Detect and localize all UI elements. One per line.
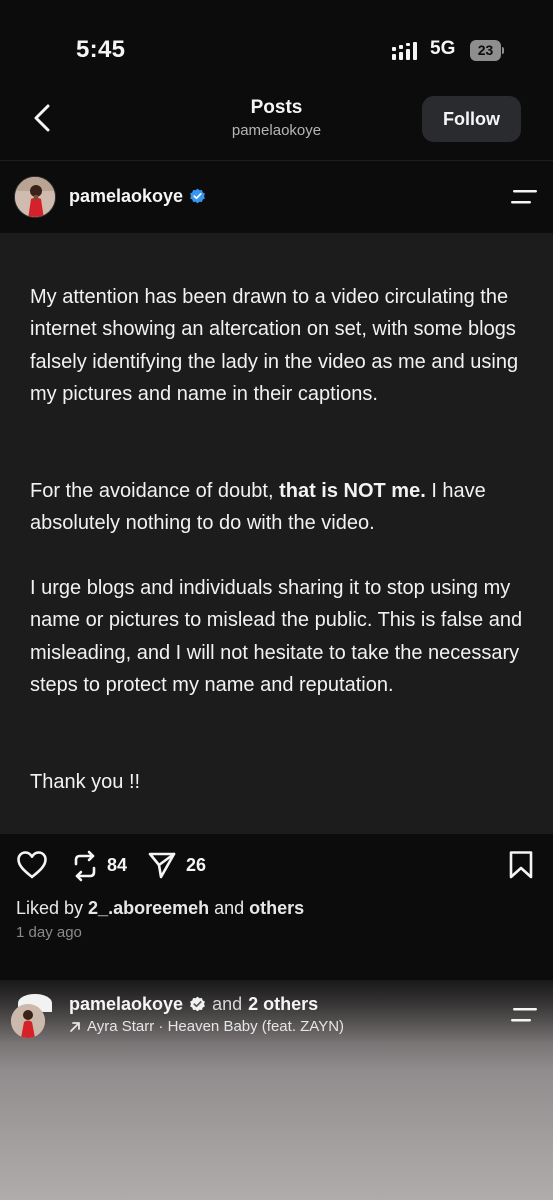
next-post-music[interactable]: Ayra Starr · Heaven Baby (feat. ZAYN) (69, 1018, 344, 1035)
next-post-others[interactable]: 2 others (248, 994, 318, 1015)
post-username-row[interactable]: pamelaokoye (69, 186, 206, 207)
network-label: 5G (430, 38, 456, 59)
status-bar: 5:45 5G 23 (0, 0, 553, 90)
menu-icon[interactable] (509, 1006, 539, 1024)
liked-by-user: 2_.aboreemeh (88, 898, 210, 918)
next-post-avatar[interactable] (11, 1004, 45, 1038)
follow-button[interactable]: Follow (422, 96, 521, 142)
post-paragraph-1: My attention has been drawn to a video c… (30, 286, 519, 406)
post-emphasis: that is NOT me. (279, 480, 426, 502)
post-username[interactable]: pamelaokoye (69, 186, 183, 207)
post-paragraph-2: For the avoidance of doubt, that is NOT … (30, 480, 486, 535)
next-post-and: and (212, 994, 243, 1014)
battery-level: 23 (470, 40, 501, 61)
verified-badge-icon (190, 996, 205, 1012)
signal-icon (392, 42, 417, 60)
bookmark-icon[interactable] (508, 850, 534, 880)
heart-icon[interactable] (16, 850, 48, 880)
post: pamelaokoye My attention has been drawn … (0, 161, 553, 980)
music-arrow-icon (70, 1021, 80, 1032)
menu-icon[interactable] (509, 188, 539, 206)
share-count: 26 (186, 855, 207, 875)
verified-badge-icon (190, 188, 205, 204)
next-post-title[interactable]: pamelaokoye and 2 others (69, 994, 318, 1015)
post-header: pamelaokoye (0, 161, 553, 231)
post-text-card: My attention has been drawn to a video c… (0, 233, 553, 834)
next-post-username[interactable]: pamelaokoye (69, 994, 183, 1015)
posts-header: Posts pamelaokoye Follow (0, 90, 553, 160)
post-timestamp: 1 day ago (16, 924, 82, 941)
liked-by[interactable]: Liked by 2_.aboreemeh and others (16, 898, 304, 919)
next-post: pamelaokoye and 2 others Ayra Starr · He… (0, 980, 553, 1200)
post-paragraph-4: Thank you !! (30, 771, 141, 793)
post-actions: 84 26 (0, 837, 553, 897)
share-icon[interactable] (147, 850, 177, 880)
next-post-music-label: Ayra Starr · Heaven Baby (feat. ZAYN) (87, 1018, 345, 1035)
repost-count: 84 (107, 855, 128, 875)
status-time: 5:45 (76, 36, 126, 63)
liked-by-others: others (249, 898, 305, 918)
post-paragraph-3: I urge blogs and individuals sharing it … (30, 577, 523, 697)
battery-icon: 23 (470, 40, 504, 61)
repost-icon[interactable] (72, 849, 98, 883)
avatar[interactable] (14, 176, 56, 218)
